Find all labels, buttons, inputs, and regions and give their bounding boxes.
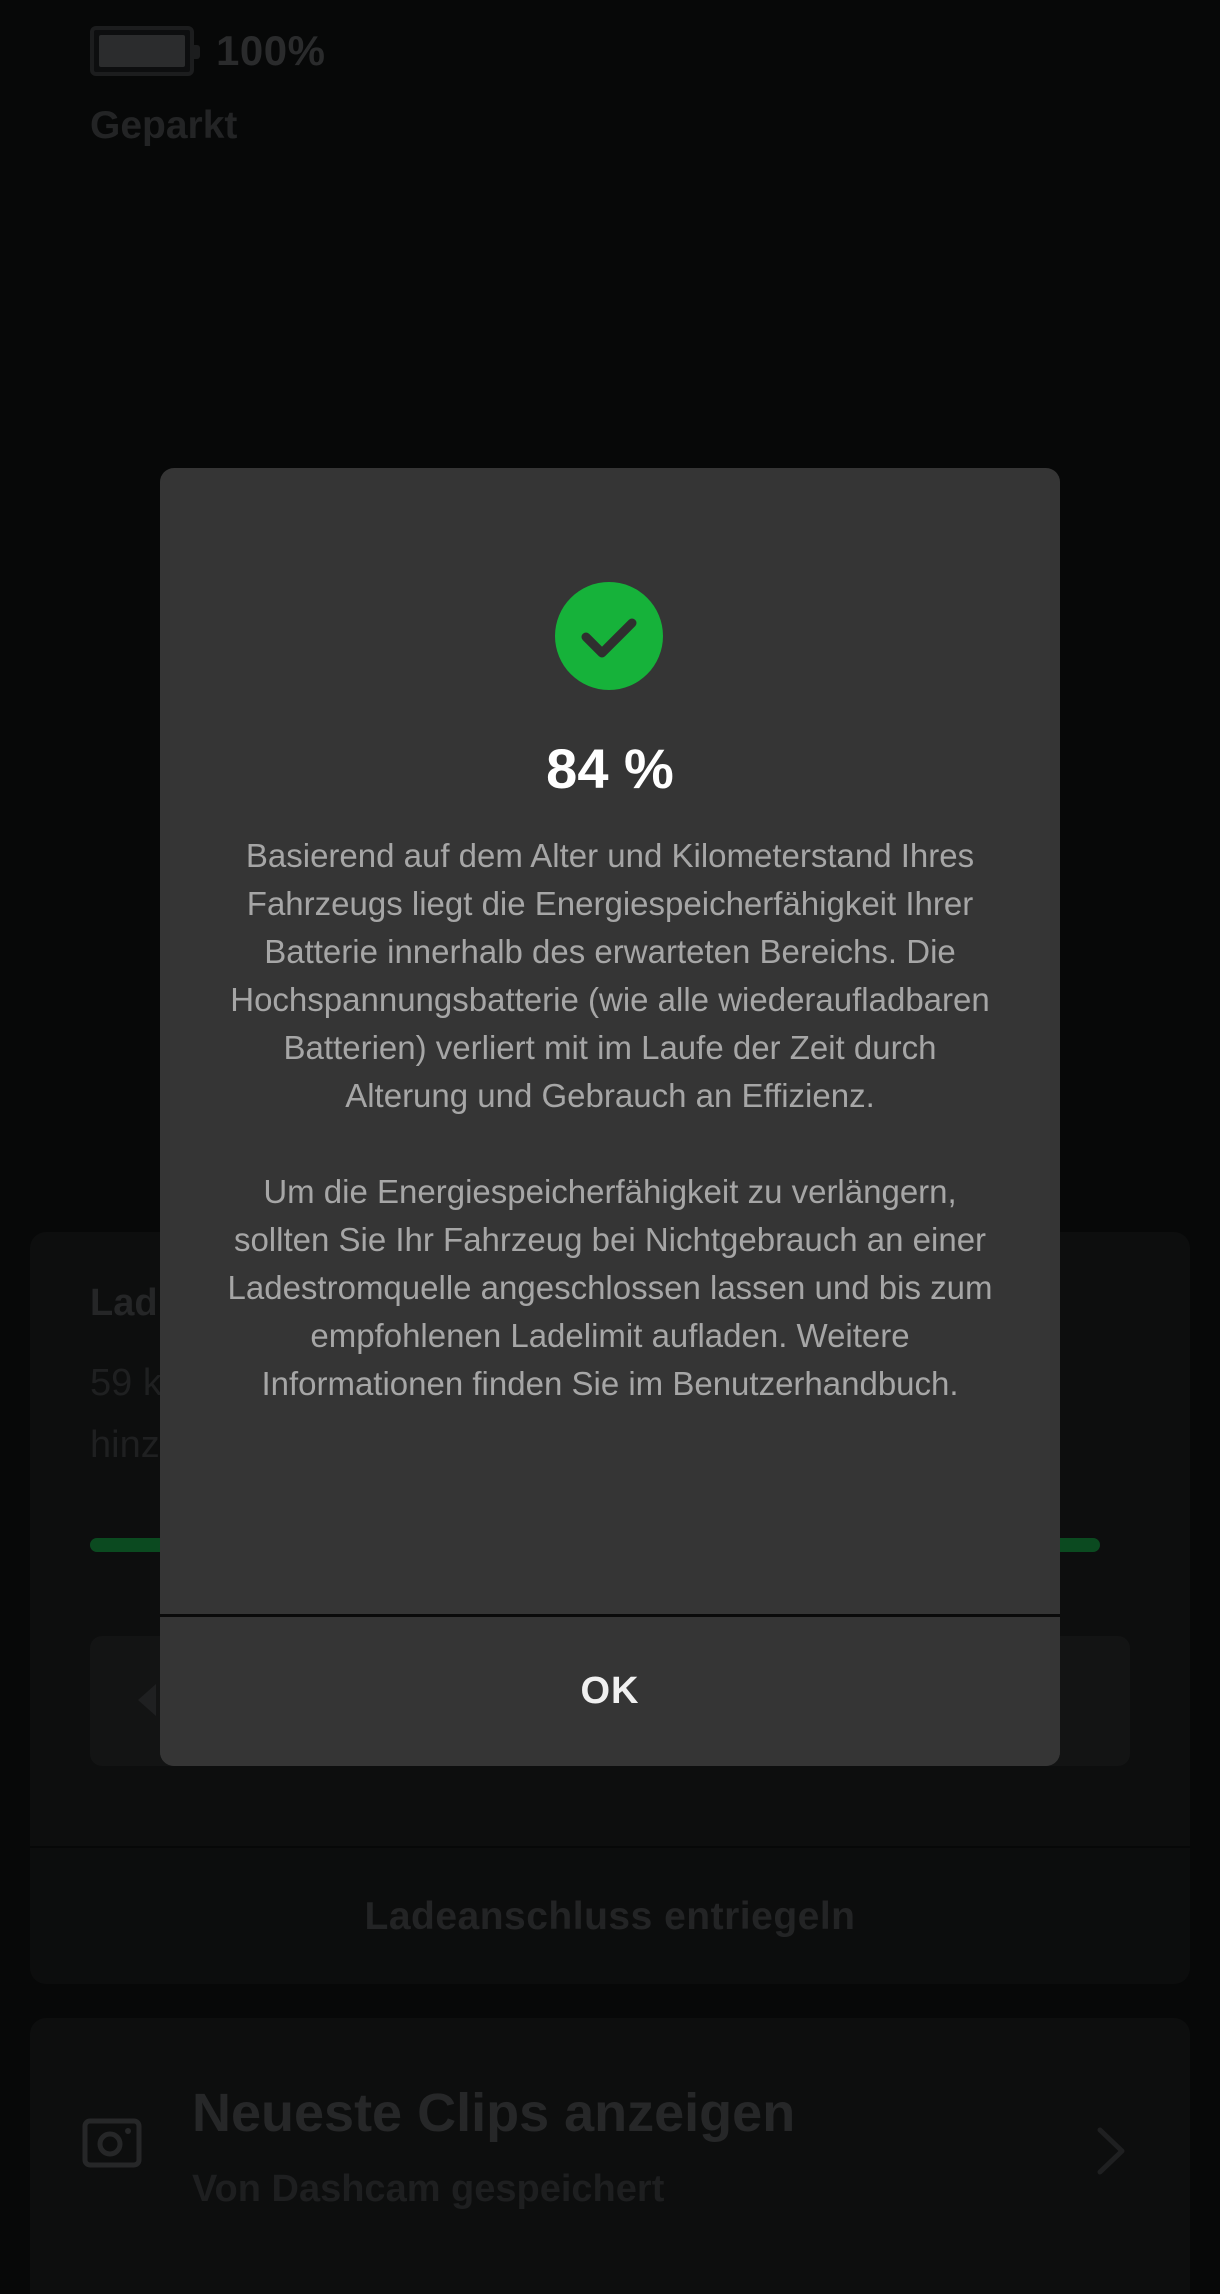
chevron-right-icon: [1096, 2126, 1126, 2181]
clips-card-title: Neueste Clips anzeigen: [192, 2083, 796, 2143]
dialog-paragraph-2: Um die Energiespeicherfähigkeit zu verlä…: [227, 1173, 993, 1402]
battery-status: 100%: [90, 26, 325, 76]
vehicle-state: Geparkt: [90, 104, 238, 147]
battery-capacity-value: 84 %: [546, 737, 674, 800]
battery-icon: [90, 26, 200, 76]
check-circle-icon: [555, 582, 663, 690]
unlock-charge-port-button[interactable]: Ladeanschluss entriegeln: [30, 1846, 1190, 1984]
dialog-body: Basierend auf dem Alter und Kilometersta…: [220, 832, 1000, 1408]
charging-card-title: Lad: [90, 1282, 158, 1324]
ok-button[interactable]: OK: [160, 1617, 1060, 1766]
camera-icon: [82, 2118, 142, 2173]
dashcam-clips-card[interactable]: Neueste Clips anzeigen Von Dashcam gespe…: [30, 2018, 1190, 2294]
app-screen: 100% Geparkt Lad 59 k hinz Ladeanschluss…: [0, 0, 1220, 2294]
battery-percent: 100%: [216, 27, 326, 74]
battery-health-dialog: 84 % Basierend auf dem Alter und Kilomet…: [160, 468, 1060, 1766]
clips-card-subtitle: Von Dashcam gespeichert: [192, 2168, 665, 2210]
chevron-left-icon[interactable]: [138, 1684, 156, 1716]
battery-fill: [99, 35, 185, 67]
dialog-paragraph-1: Basierend auf dem Alter und Kilometersta…: [230, 837, 990, 1114]
